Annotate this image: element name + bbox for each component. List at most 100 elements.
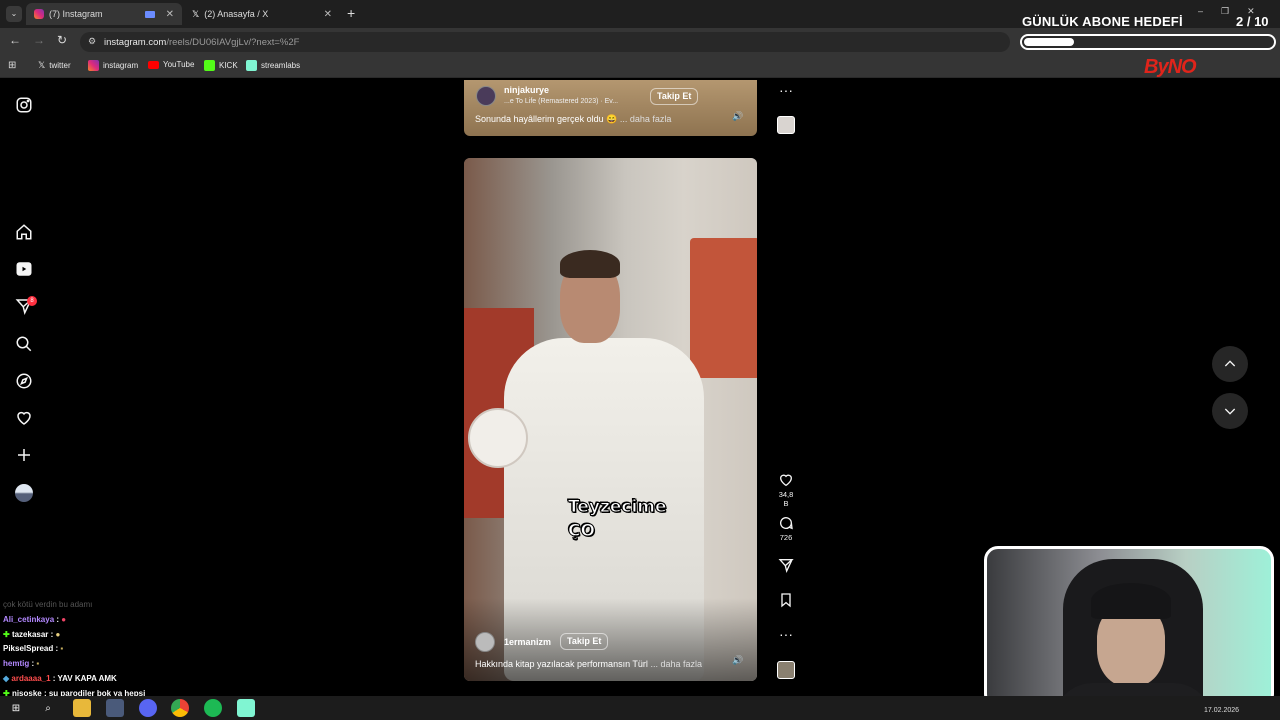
tab-instagram[interactable]: (7) Instagram ✕ (26, 3, 182, 25)
explore-icon[interactable] (15, 372, 33, 390)
forward-icon[interactable]: → (33, 33, 45, 47)
reels-icon[interactable] (15, 260, 33, 278)
bookmark-label: YouTube (163, 60, 195, 69)
wall-art (690, 238, 757, 378)
x-icon: 𝕏 (38, 60, 46, 70)
close-tab-icon[interactable]: ✕ (324, 9, 332, 20)
tab-search-button[interactable]: ⌄ (6, 6, 22, 22)
reel-caption[interactable]: Hakkında kitap yazılacak performansın Tü… (475, 659, 702, 669)
bookmark-label: streamlabs (261, 61, 301, 70)
reel-previous[interactable]: ninjakurye ...e To Life (Remastered 2023… (464, 80, 757, 136)
bookmark-youtube[interactable]: YouTube (148, 60, 194, 69)
reel-current[interactable]: Teyzecime ÇO 1ermanizm Takip Et Hakkında… (464, 158, 757, 681)
new-tab-button[interactable]: + (347, 5, 355, 21)
chat-username: PikselSpread (3, 644, 54, 654)
bookmark-instagram[interactable]: instagram (88, 60, 138, 71)
chat-username: ardaaaa_1 (11, 673, 51, 683)
stream-chat: çok kötü verdin bu adamı Ali_cetinkaya :… (3, 598, 145, 702)
chevron-down-icon (1224, 408, 1236, 415)
close-tab-icon[interactable]: ✕ (166, 9, 174, 20)
bookmark-streamlabs[interactable]: streamlabs (246, 60, 300, 71)
home-icon[interactable] (15, 223, 33, 241)
instagram-logo-icon[interactable] (15, 96, 33, 114)
like-button[interactable]: 34,8 B (776, 472, 796, 508)
tab-title: (7) Instagram (49, 9, 103, 19)
bookmark-twitter[interactable]: 𝕏 twitter (38, 60, 71, 71)
emote-icon: ● (61, 614, 67, 624)
save-button[interactable] (776, 592, 796, 608)
streamlabs-icon (246, 60, 257, 71)
more-link[interactable]: ... daha fazla (620, 114, 672, 124)
subscriber-goal-count: 2 / 10 (1236, 14, 1269, 29)
follow-button[interactable]: Takip Et (650, 88, 699, 105)
chat-text: çok kötü verdin bu adamı (3, 600, 93, 609)
chat-text: YAV KAPA AMK (57, 673, 117, 683)
emote-icon: ▪ (60, 644, 64, 654)
next-reel-button[interactable] (1212, 393, 1248, 429)
apps-grid-icon[interactable]: ⊞ (8, 60, 16, 71)
site-info-icon[interactable]: ⚙ (88, 36, 96, 47)
chat-username: Ali_cetinkaya (3, 614, 55, 624)
tab-x[interactable]: 𝕏 (2) Anasayfa / X ✕ (184, 3, 340, 25)
chat-username: tazekasar (11, 629, 49, 639)
chat-message: ◆ ardaaaa_1 : YAV KAPA AMK (3, 673, 117, 683)
plus-icon[interactable] (15, 446, 33, 464)
person-hair (560, 250, 620, 278)
follow-button[interactable]: Takip Et (560, 633, 609, 650)
tab-title: (2) Anasayfa / X (204, 9, 269, 19)
author-avatar[interactable] (475, 632, 495, 652)
taskbar-date: 17.02.2026 (1204, 707, 1240, 714)
youtube-icon (148, 60, 159, 69)
bookmark-label: KICK (219, 61, 238, 70)
more-options-icon[interactable]: ··· (776, 82, 796, 98)
share-button[interactable] (776, 557, 796, 573)
previous-reel-button[interactable] (1212, 346, 1248, 382)
volume-icon[interactable]: 🔊 (732, 111, 743, 122)
more-link[interactable]: ... daha fazla (650, 659, 702, 669)
author-name[interactable]: 1ermanizm (504, 637, 551, 647)
audio-thumbnail[interactable] (777, 116, 795, 134)
author-name[interactable]: ninjakurye (504, 85, 549, 95)
badge-icon: ◆ (3, 673, 10, 683)
comment-icon (780, 517, 793, 530)
chrome-icon[interactable] (171, 699, 189, 717)
streamlabs-icon[interactable] (237, 699, 255, 717)
instagram-icon (34, 9, 44, 19)
chevron-up-icon (1224, 360, 1236, 367)
audio-icon[interactable] (144, 10, 155, 18)
audio-thumbnail[interactable] (777, 661, 795, 679)
reel-caption[interactable]: Sonunda hayâllerim gerçek oldu 😄 ... dah… (475, 114, 671, 125)
audio-track[interactable]: ...e To Life (Remastered 2023) · Ev... (504, 98, 618, 105)
send-icon (778, 559, 794, 573)
reload-icon[interactable]: ↻ (57, 33, 67, 47)
profile-avatar[interactable] (15, 484, 33, 502)
caption-text: Hakkında kitap yazılacak performansın Tü… (475, 659, 648, 669)
author-avatar[interactable] (476, 86, 496, 106)
heart-icon[interactable] (15, 409, 33, 427)
windows-start-icon[interactable]: ⊞ (7, 699, 25, 717)
subscriber-goal-title: GÜNLÜK ABONE HEDEFİ (1022, 14, 1183, 29)
url-host: instagram.com (104, 36, 167, 48)
spotify-icon[interactable] (204, 699, 222, 717)
back-icon[interactable]: ← (9, 33, 21, 47)
caption-text: Sonunda hayâllerim gerçek oldu 😄 (475, 114, 618, 124)
instagram-icon (88, 60, 99, 71)
emote-icon: ▪ (36, 659, 40, 669)
streamer-logo: ByNO (1144, 56, 1197, 78)
address-bar[interactable]: ⚙ instagram.com/reels/DU06IAVgjLv/?next=… (80, 32, 1010, 52)
bookmark-label: twitter (49, 61, 71, 70)
subtitle-line: Teyzecime (568, 497, 668, 518)
comment-button[interactable]: 726 (776, 515, 796, 542)
file-explorer-icon[interactable] (73, 699, 91, 717)
search-icon[interactable]: ⌕ (39, 699, 57, 717)
chat-message: çok kötü verdin bu adamı (3, 598, 145, 613)
chat-message: ✚ tazekasar : ● (3, 629, 61, 639)
more-options-icon[interactable]: ··· (776, 626, 796, 642)
search-icon[interactable] (15, 335, 33, 353)
bookmark-kick[interactable]: KICK (204, 60, 238, 71)
discord-icon[interactable] (139, 699, 157, 717)
app-icon[interactable] (106, 699, 124, 717)
volume-icon[interactable]: 🔊 (732, 655, 743, 666)
video-subtitle: Teyzecime ÇO (568, 495, 668, 543)
subscriber-goal-bar (1020, 34, 1276, 50)
